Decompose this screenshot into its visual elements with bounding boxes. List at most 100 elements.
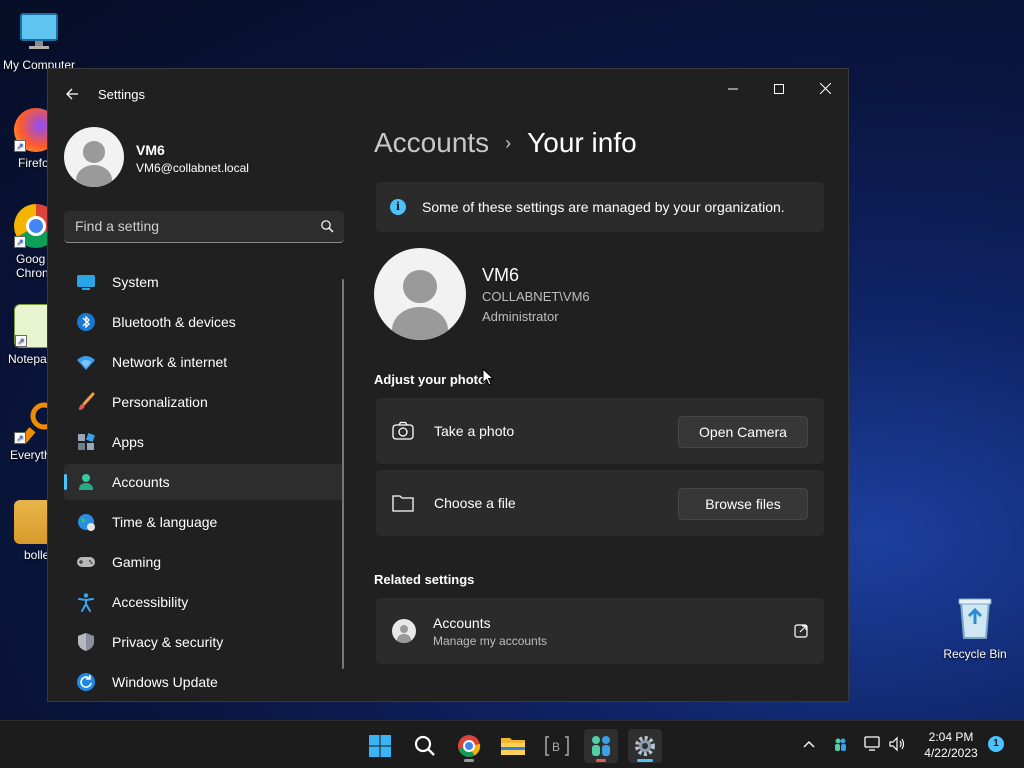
file-explorer-icon: [501, 738, 525, 755]
start-button[interactable]: [363, 729, 397, 763]
info-icon: i: [390, 199, 406, 215]
notification-badge[interactable]: 1: [988, 736, 1004, 752]
apps-icon: [76, 432, 96, 452]
close-button[interactable]: [802, 75, 848, 105]
recycle-bin-label: Recycle Bin: [943, 647, 1007, 661]
page-title: Your info: [527, 127, 637, 158]
taskbar-app-b[interactable]: B: [540, 729, 574, 763]
account-icon: [392, 619, 416, 643]
back-button[interactable]: [60, 83, 84, 105]
desktop-icon-my-computer[interactable]: My Computer: [1, 10, 77, 72]
bracket-b-app-icon: B: [545, 736, 569, 756]
sidebar-item-label: Accessibility: [112, 594, 189, 610]
shortcut-arrow-icon: ↗: [14, 140, 26, 152]
clock[interactable]: 2:04 PM 4/22/2023: [920, 729, 982, 761]
take-photo-label: Take a photo: [434, 423, 515, 439]
maximize-button[interactable]: [756, 75, 802, 105]
sidebar-item-personalization[interactable]: Personalization: [64, 384, 344, 420]
sidebar-item-label: System: [112, 274, 159, 290]
taskbar-chrome[interactable]: [452, 729, 486, 763]
system-tray: [798, 721, 918, 768]
profile-name: VM6: [136, 142, 165, 158]
recycle-bin-icon: [958, 598, 992, 639]
managed-info-banner: i Some of these settings are managed by …: [376, 182, 824, 232]
banner-text: Some of these settings are managed by yo…: [422, 199, 785, 215]
search-input[interactable]: [64, 211, 304, 241]
maximize-icon: [774, 84, 784, 94]
open-camera-button[interactable]: Open Camera: [678, 416, 808, 448]
sidebar-item-time-language[interactable]: Time & language: [64, 504, 344, 540]
chevron-right-icon: ›: [505, 132, 512, 153]
related-accounts-link[interactable]: Accounts Manage my accounts: [376, 598, 824, 664]
accounts-icon: [76, 472, 96, 492]
sidebar-item-privacy[interactable]: Privacy & security: [64, 624, 344, 660]
gamepad-icon: [76, 552, 96, 572]
taskbar-settings[interactable]: [628, 729, 662, 763]
settings-window: Settings VM6 VM6@collabnet.local System …: [47, 68, 849, 702]
sidebar-item-accounts[interactable]: Accounts: [64, 464, 344, 500]
system-icon: [76, 272, 96, 292]
shield-icon: [76, 632, 96, 652]
accessibility-icon: [76, 592, 96, 612]
sidebar-item-network[interactable]: Network & internet: [64, 344, 344, 380]
related-accounts-title: Accounts: [433, 615, 491, 631]
running-indicator: [464, 759, 474, 762]
monitor-icon: [17, 10, 61, 54]
title-bar: Settings: [48, 69, 848, 117]
take-photo-card: Take a photo Open Camera: [376, 398, 824, 464]
sidebar-item-label: Windows Update: [112, 674, 218, 690]
sidebar-item-label: Network & internet: [112, 354, 228, 370]
clock-date: 4/22/2023: [924, 746, 978, 760]
sidebar-item-windows-update[interactable]: Windows Update: [64, 664, 344, 700]
network-icon[interactable]: [864, 736, 882, 752]
people-app-icon: [592, 736, 610, 756]
camera-icon: [392, 421, 414, 441]
search-icon[interactable]: [320, 219, 334, 233]
update-icon: [76, 672, 96, 692]
taskbar-search-button[interactable]: [408, 729, 442, 763]
sidebar-item-gaming[interactable]: Gaming: [64, 544, 344, 580]
user-name: VM6: [482, 265, 520, 285]
sidebar-item-bluetooth[interactable]: Bluetooth & devices: [64, 304, 344, 340]
gear-icon: [635, 736, 655, 756]
choose-file-label: Choose a file: [434, 495, 516, 511]
breadcrumb-parent[interactable]: Accounts: [374, 127, 489, 159]
desktop-icon-recycle-bin[interactable]: Recycle Bin: [940, 596, 1010, 661]
svg-text:B: B: [552, 740, 560, 754]
taskbar-app-people[interactable]: [584, 729, 618, 763]
minimize-icon: [728, 88, 738, 90]
mouse-cursor-icon: [482, 368, 494, 386]
bluetooth-icon: [76, 312, 96, 332]
user-avatar: [374, 248, 466, 340]
chevron-up-icon[interactable]: [802, 738, 816, 752]
taskbar: B 2:04 PM 4/22/2023: [0, 720, 1024, 768]
sidebar-item-label: Accounts: [112, 474, 170, 490]
sidebar-nav: System Bluetooth & devices Network & int…: [64, 264, 344, 701]
browse-files-button[interactable]: Browse files: [678, 488, 808, 520]
sidebar-item-accessibility[interactable]: Accessibility: [64, 584, 344, 620]
arrow-left-icon: [66, 88, 78, 100]
sidebar-item-system[interactable]: System: [64, 264, 344, 300]
shortcut-arrow-icon: ↗: [14, 236, 26, 248]
close-icon: [819, 82, 831, 95]
profile-avatar: [64, 127, 124, 187]
sidebar-scrollbar[interactable]: [342, 279, 344, 669]
sidebar-item-label: Personalization: [112, 394, 208, 410]
search-box[interactable]: [64, 211, 344, 243]
wifi-icon: [76, 352, 96, 372]
globe-icon: [76, 512, 96, 532]
profile-email: VM6@collabnet.local: [136, 161, 249, 175]
sidebar-item-apps[interactable]: Apps: [64, 424, 344, 460]
app-title: Settings: [98, 87, 145, 102]
related-settings-heading: Related settings: [374, 572, 475, 587]
related-accounts-subtitle: Manage my accounts: [433, 634, 548, 648]
people-tray-icon[interactable]: [832, 736, 848, 752]
active-indicator: [637, 759, 653, 762]
volume-icon[interactable]: [888, 736, 906, 752]
sidebar-item-label: Privacy & security: [112, 634, 224, 650]
minimize-button[interactable]: [710, 75, 756, 105]
clock-time: 2:04 PM: [928, 730, 974, 744]
sidebar-item-label: Bluetooth & devices: [112, 314, 236, 330]
taskbar-file-explorer[interactable]: [496, 729, 530, 763]
sidebar-item-label: Gaming: [112, 554, 162, 570]
